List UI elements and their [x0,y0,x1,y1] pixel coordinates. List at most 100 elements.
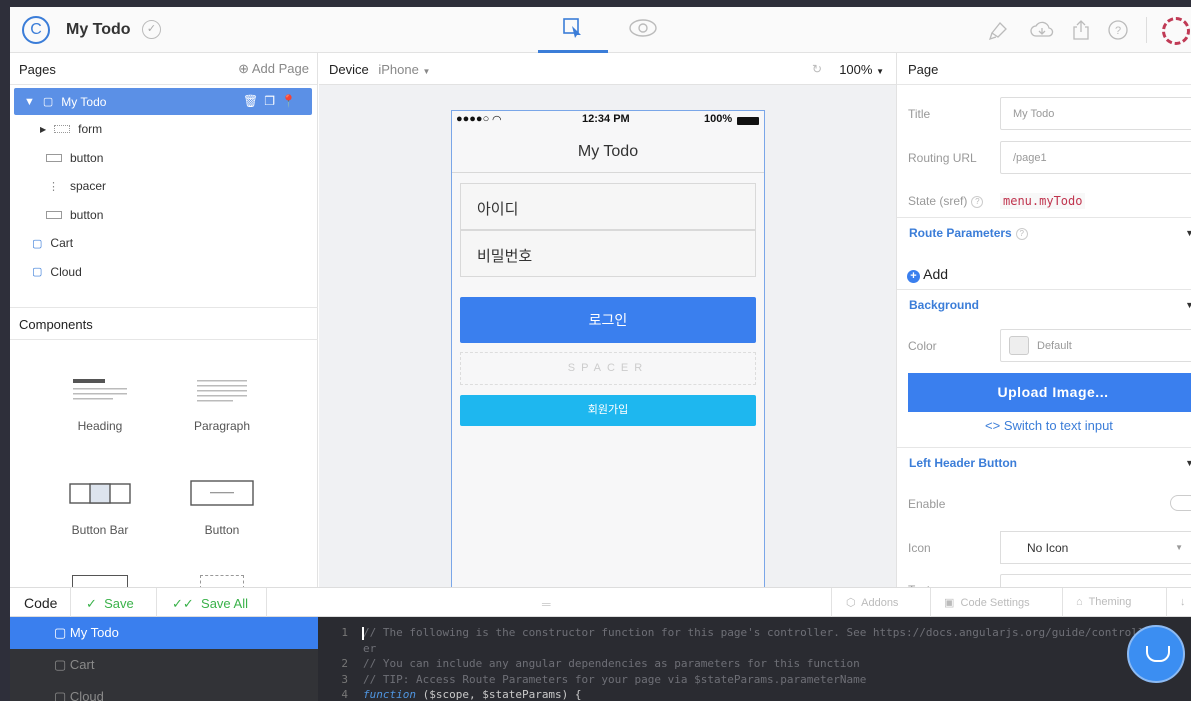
color-input[interactable]: Default [1000,329,1191,362]
icon-select[interactable]: No Icon ▼ [1000,531,1191,564]
file-item-my-todo[interactable]: ▢ My Todo [10,617,318,649]
share-icon[interactable] [1070,19,1092,41]
tree-item-my-todo[interactable]: ▼ ▢ My Todo 🗑❐📍 [14,88,312,115]
save-all-label: Save All [201,596,249,611]
spacer-block[interactable]: SPACER [460,352,756,385]
add-page-button[interactable]: ⊕ Add Page [238,61,309,77]
caret-down-icon[interactable]: ▼ [24,96,35,108]
resize-handle-icon[interactable]: ═ [542,597,551,611]
nav-title: My Todo [452,129,764,173]
signup-button[interactable]: 회원가입 [460,395,756,426]
code-text: // TIP: Access Route Parameters for your… [363,672,867,686]
route-parameters-section[interactable]: Route Parameters? ▼ [897,217,1191,248]
trash-icon[interactable]: 🗑 [243,94,264,108]
tree-item-label: My Todo [61,94,107,109]
file-icon: ▢ [54,657,67,672]
battery-percent: 100% [704,113,733,125]
id-field[interactable]: 아이디 [460,183,756,230]
component-button-bar[interactable]: Button Bar [50,479,150,537]
help-icon[interactable]: ? [1107,19,1129,41]
tree-item-button[interactable]: button [10,201,317,230]
file-label: Cloud [69,689,104,701]
tree-item-button[interactable]: button [10,144,317,173]
password-field[interactable]: 비밀번호 [460,230,756,277]
page-icon: ▢ [32,237,43,250]
code-file-list: ▢ My Todo ▢ Cart ▢ Cloud [10,617,318,701]
color-swatch[interactable] [1009,336,1029,355]
zoom-select[interactable]: 100% ▼ [839,62,884,77]
tree-item-cart[interactable]: ▢ Cart [10,229,317,258]
file-item-cart[interactable]: ▢ Cart [10,649,318,681]
toolbar-separator [1146,17,1147,43]
title-input[interactable]: My Todo [1000,97,1191,130]
save-button[interactable]: ✓ Save [86,596,134,612]
background-section[interactable]: Background ▼ [897,289,1191,320]
device-select[interactable]: iPhone ▼ [378,62,430,77]
component-button[interactable]: Button [172,479,272,537]
code-editor[interactable]: 1 // The following is the constructor fun… [318,617,1191,701]
button-component-icon [172,479,272,513]
page-icon: ▢ [32,266,43,279]
duplicate-icon[interactable]: ❐ [264,94,281,108]
left-header-button-section[interactable]: Left Header Button ▼ [897,447,1191,478]
state-label-text: State (sref) [908,194,968,208]
chat-widget-icon[interactable] [1127,625,1185,683]
tree-item-cloud[interactable]: ▢ Cloud [10,258,317,287]
keyword: function [363,688,416,701]
button-icon [46,153,62,162]
app-window: C My Todo ✓ ? Pages ⊕ Add Page ▼ ▢ My To… [10,7,1191,701]
double-check-icon: ✓✓ [172,596,194,611]
wifi-icon: ◠ [492,114,502,126]
caret-down-icon: ▼ [1185,458,1191,468]
file-icon: ▢ [54,625,67,640]
plus-icon: + [907,270,920,283]
separator [930,588,931,618]
caret-down-icon: ▼ [1175,543,1183,552]
component-heading[interactable]: Heading [50,375,150,433]
theming-button[interactable]: ⌂ Theming [1076,596,1131,608]
carrier-signal: ●●●●○ [456,113,490,125]
upload-image-button[interactable]: Upload Image... [908,373,1191,412]
code-settings-button[interactable]: ▣ Code Settings [944,596,1030,609]
pages-header: Pages ⊕ Add Page [10,53,317,85]
help-icon[interactable]: ? [971,196,984,208]
button-bar-icon [50,479,150,513]
tree-item-spacer[interactable]: ⋮ spacer [10,172,317,201]
paragraph-icon [172,375,272,409]
app-logo[interactable]: C [22,16,50,44]
avatar[interactable] [1162,17,1190,45]
code-plain: ($scope, $stateParams) { [415,688,582,701]
caret-down-icon: ▼ [1185,300,1191,310]
code-text: // The following is the constructor func… [363,626,1145,639]
caret-right-icon[interactable]: ▶ [40,125,46,134]
rotate-icon[interactable]: ↻ [812,62,822,76]
pin-icon[interactable]: 📍 [281,94,302,108]
paint-roller-icon: ⌂ [1076,596,1083,608]
switch-text-input-link[interactable]: <> Switch to text input [985,418,1113,433]
icon-label: Icon [908,541,931,555]
enable-toggle[interactable] [1170,495,1191,511]
preview-eye-icon[interactable] [628,17,658,41]
line-number: 3 [341,672,348,686]
clear-icon[interactable] [988,19,1010,41]
theming-label: Theming [1088,596,1132,608]
help-icon[interactable]: ? [1015,228,1028,240]
save-all-button[interactable]: ✓✓ Save All [172,596,248,612]
box-icon: ⬡ [846,597,856,609]
file-item-cloud[interactable]: ▢ Cloud [10,681,318,701]
addons-button[interactable]: ⬡ Addons [846,596,898,609]
separator [1166,588,1167,618]
component-paragraph[interactable]: Paragraph [172,375,272,433]
save-label: Save [104,596,134,611]
login-button[interactable]: 로그인 [460,297,756,343]
add-parameter-button[interactable]: + Add [907,266,948,283]
code-text: // You can include any angular dependenc… [363,657,860,670]
tree-item-form[interactable]: ▶ form [10,115,317,144]
routing-input[interactable]: /page1 [1000,141,1191,174]
section-title: Left Header Button [909,456,1017,470]
phone-preview[interactable]: ●●●●○ ◠ 12:34 PM 100% My Todo 아이디 비밀번호 로… [451,110,765,590]
download-cloud-icon[interactable] [1030,19,1054,41]
design-mode-icon[interactable] [558,17,588,41]
collapse-icon[interactable]: ↓ [1180,596,1186,608]
code-line: 2 // You can include any angular dependen… [318,656,1191,672]
